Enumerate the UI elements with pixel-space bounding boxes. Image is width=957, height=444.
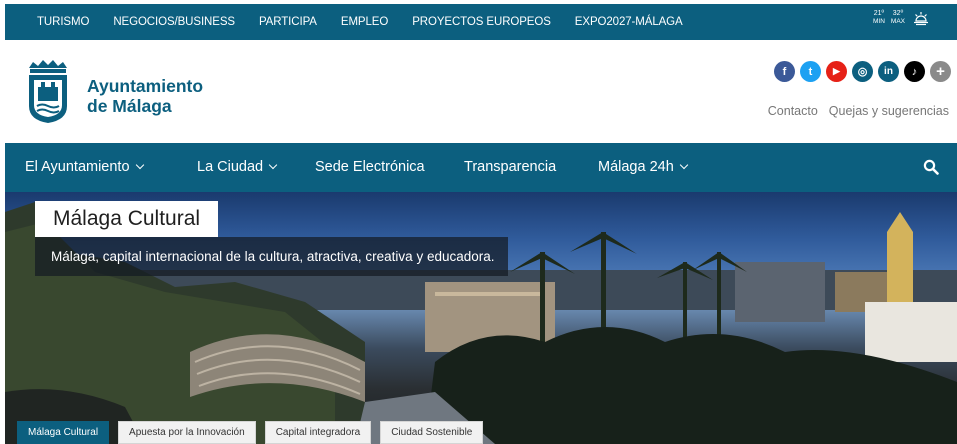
temp-min: 21º MIN — [872, 10, 885, 25]
tiktok-icon[interactable]: ♪ — [904, 61, 925, 82]
sun-icon — [914, 12, 928, 26]
nav-label: Transparencia — [464, 159, 557, 175]
top-links: TURISMO NEGOCIOS/BUSINESS PARTICIPA EMPL… — [5, 16, 707, 28]
quejas-link[interactable]: Quejas y sugerencias — [829, 104, 949, 118]
nav-label: El Ayuntamiento — [25, 159, 130, 175]
city-crest-icon[interactable] — [25, 58, 71, 124]
top-link-turismo[interactable]: TURISMO — [37, 16, 89, 28]
nav-item-malaga-24h[interactable]: Málaga 24h — [598, 159, 689, 175]
hero-subtitle: Málaga, capital internacional de la cult… — [35, 237, 508, 276]
hero-tab-malaga-cultural[interactable]: Málaga Cultural — [17, 421, 110, 444]
top-link-participa[interactable]: PARTICIPA — [259, 16, 317, 28]
hero-slider[interactable]: Málaga Cultural Málaga, capital internac… — [5, 192, 957, 444]
contacto-link[interactable]: Contacto — [768, 104, 818, 118]
youtube-icon[interactable]: ▶ — [826, 61, 847, 82]
hero-tab-capital-integradora[interactable]: Capital integradora — [264, 421, 372, 444]
top-link-proyectos-europeos[interactable]: PROYECTOS EUROPEOS — [412, 16, 551, 28]
utility-links: Contacto Quejas y sugerencias — [757, 104, 949, 118]
chevron-down-icon — [135, 160, 144, 170]
nav-label: La Ciudad — [197, 159, 264, 175]
chevron-down-icon — [268, 160, 278, 170]
nav-item-transparencia[interactable]: Transparencia — [464, 159, 556, 175]
search-icon[interactable] — [923, 159, 939, 175]
instagram-icon[interactable]: ◎ — [852, 61, 873, 82]
linkedin-icon[interactable]: in — [878, 61, 899, 82]
social-links: f t ▶ ◎ in ♪ + — [769, 61, 951, 82]
site-header: Ayuntamiento de Málaga f t ▶ ◎ in ♪ + Co… — [5, 40, 957, 143]
logo-line-2: de Málaga — [87, 96, 172, 116]
top-link-empleo[interactable]: EMPLEO — [341, 16, 388, 28]
nav-item-ayuntamiento[interactable]: El Ayuntamiento — [25, 159, 144, 175]
top-bar: TURISMO NEGOCIOS/BUSINESS PARTICIPA EMPL… — [5, 4, 957, 40]
hero-title: Málaga Cultural — [35, 201, 219, 237]
more-icon[interactable]: + — [930, 61, 951, 82]
logo-line-1: Ayuntamiento — [87, 76, 204, 96]
hero-tabs: Málaga Cultural Apuesta por la Innovació… — [17, 421, 492, 444]
hero-tab-innovacion[interactable]: Apuesta por la Innovación — [118, 421, 256, 444]
chevron-down-icon — [679, 160, 689, 170]
nav-label: Sede Electrónica — [315, 159, 425, 175]
logo-text[interactable]: Ayuntamiento de Málaga — [87, 76, 203, 116]
nav-item-sede-electronica[interactable]: Sede Electrónica — [315, 159, 425, 175]
temp-max: 32º MAX — [890, 10, 905, 25]
top-link-negocios[interactable]: NEGOCIOS/BUSINESS — [113, 16, 235, 28]
facebook-icon[interactable]: f — [774, 61, 795, 82]
top-link-expo2027[interactable]: EXPO2027-MÁLAGA — [575, 16, 683, 28]
weather-widget[interactable]: 21º MIN 32º MAX — [867, 10, 929, 26]
nav-label: Málaga 24h — [598, 159, 674, 175]
main-nav: El Ayuntamiento La Ciudad Sede Electróni… — [5, 143, 957, 192]
twitter-icon[interactable]: t — [800, 61, 821, 82]
nav-item-ciudad[interactable]: La Ciudad — [197, 159, 278, 175]
page: TURISMO NEGOCIOS/BUSINESS PARTICIPA EMPL… — [0, 0, 957, 444]
hero-tab-ciudad-sostenible[interactable]: Ciudad Sostenible — [380, 421, 484, 444]
